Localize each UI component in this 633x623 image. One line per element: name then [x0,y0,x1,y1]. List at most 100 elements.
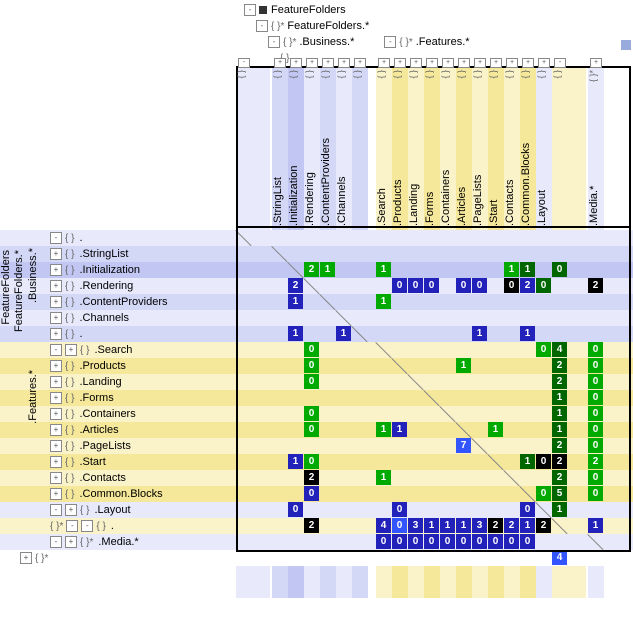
expand-icon[interactable]: + [65,344,77,356]
matrix-cell[interactable]: 1 [520,518,535,533]
matrix-cell[interactable]: 2 [520,278,535,293]
matrix-cell[interactable]: 1 [336,326,351,341]
expand-icon[interactable]: - [66,520,78,532]
expand-icon[interactable]: + [426,58,438,68]
matrix-cell[interactable]: 0 [520,502,535,517]
matrix-cell[interactable]: 4 [552,550,567,565]
matrix-cell[interactable]: 2 [488,518,503,533]
matrix-cell[interactable]: 1 [456,358,471,373]
matrix-cell[interactable]: 0 [504,534,519,549]
matrix-cell[interactable]: 4 [552,342,567,357]
row-item[interactable]: +{ }.Start [44,454,240,470]
matrix-cell[interactable]: 0 [588,342,603,357]
matrix-cell[interactable]: 0 [408,278,423,293]
matrix-cell[interactable]: 0 [588,422,603,437]
matrix-cell[interactable]: 1 [376,294,391,309]
matrix-cell[interactable]: 0 [472,278,487,293]
expand-icon[interactable]: + [522,58,534,68]
expand-icon[interactable]: - [50,232,62,244]
matrix-cell[interactable]: 0 [408,534,423,549]
matrix-cell[interactable]: 1 [504,262,519,277]
matrix-cell[interactable]: 2 [588,278,603,293]
matrix-cell[interactable]: 0 [536,454,551,469]
matrix-cell[interactable]: 0 [588,470,603,485]
expand-icon[interactable]: - [50,504,62,516]
matrix-cell[interactable]: 0 [456,278,471,293]
expand-icon[interactable]: + [274,58,286,68]
matrix-cell[interactable]: 2 [304,262,319,277]
matrix-cell[interactable]: 3 [408,518,423,533]
row-item[interactable]: -{ }. [44,230,240,246]
matrix-cell[interactable]: 0 [536,486,551,501]
matrix-cell[interactable]: 0 [504,278,519,293]
row-item[interactable]: -+{ }*.Media.* [44,534,240,550]
row-item[interactable]: +{ }.Rendering [44,278,240,294]
expand-icon[interactable]: + [50,312,62,324]
expand-icon[interactable]: + [490,58,502,68]
expand-icon[interactable]: + [50,328,62,340]
expand-icon[interactable]: + [50,264,62,276]
row-item[interactable]: -+{ }.Layout [44,502,240,518]
matrix-cell[interactable]: 2 [552,358,567,373]
expand-icon[interactable]: - [256,20,268,32]
expand-icon[interactable]: + [590,58,602,68]
matrix-cell[interactable]: 1 [456,518,471,533]
matrix-cell[interactable]: 1 [552,422,567,437]
matrix-cell[interactable]: 1 [520,262,535,277]
matrix-cell[interactable]: 2 [288,278,303,293]
matrix-cell[interactable]: 0 [304,342,319,357]
matrix-cell[interactable]: 0 [392,502,407,517]
expand-icon[interactable]: + [338,58,350,68]
matrix-cell[interactable]: 4 [376,518,391,533]
matrix-cell[interactable]: 2 [552,438,567,453]
expand-icon[interactable]: + [50,488,62,500]
matrix-cell[interactable]: 1 [552,406,567,421]
matrix-cell[interactable]: 1 [376,262,391,277]
matrix-cell[interactable]: 1 [552,502,567,517]
expand-icon[interactable]: + [306,58,318,68]
matrix-cell[interactable]: 1 [552,390,567,405]
matrix-cell[interactable]: 1 [288,454,303,469]
expand-icon[interactable]: - [244,4,256,16]
matrix-cell[interactable]: 1 [424,518,439,533]
matrix-cell[interactable]: 0 [536,342,551,357]
matrix-cell[interactable]: 1 [288,294,303,309]
matrix-cell[interactable]: 2 [304,470,319,485]
expand-icon[interactable]: + [394,58,406,68]
matrix-cell[interactable]: 2 [552,374,567,389]
expand-icon[interactable]: - [384,36,396,48]
matrix-cell[interactable]: 0 [304,374,319,389]
expand-icon[interactable]: + [354,58,366,68]
row-item[interactable]: { }*--{ }. [44,518,240,534]
expand-icon[interactable]: - [81,520,93,532]
expand-icon[interactable]: - [238,58,250,68]
row-item[interactable]: +{ }.Channels [44,310,240,326]
matrix-cell[interactable]: 0 [288,502,303,517]
matrix-cell[interactable]: 0 [552,262,567,277]
expand-icon[interactable]: + [458,58,470,68]
matrix-cell[interactable]: 0 [392,534,407,549]
matrix-cell[interactable]: 0 [424,534,439,549]
row-item[interactable]: +{ }.Products [44,358,240,374]
matrix-cell[interactable]: 0 [536,278,551,293]
matrix-cell[interactable]: 0 [588,358,603,373]
matrix-cell[interactable]: 2 [504,518,519,533]
matrix-cell[interactable]: 0 [588,438,603,453]
matrix-cell[interactable]: 0 [588,406,603,421]
expand-icon[interactable]: - [50,536,62,548]
matrix-cell[interactable]: 1 [440,518,455,533]
matrix-cell[interactable]: 0 [304,422,319,437]
matrix-cell[interactable]: 1 [520,454,535,469]
matrix-cell[interactable]: 0 [588,374,603,389]
row-item[interactable]: +{ }.Common.Blocks [44,486,240,502]
matrix-cell[interactable]: 0 [488,534,503,549]
matrix-cell[interactable]: 0 [304,406,319,421]
expand-icon[interactable]: - [268,36,280,48]
matrix-cell[interactable]: 5 [552,486,567,501]
row-item[interactable]: -+{ }.Search [44,342,240,358]
matrix-cell[interactable]: 0 [520,534,535,549]
expand-icon[interactable]: + [65,504,77,516]
matrix-cell[interactable]: 0 [392,278,407,293]
expand-icon[interactable]: + [322,58,334,68]
row-item[interactable]: +{ }.Contacts [44,470,240,486]
